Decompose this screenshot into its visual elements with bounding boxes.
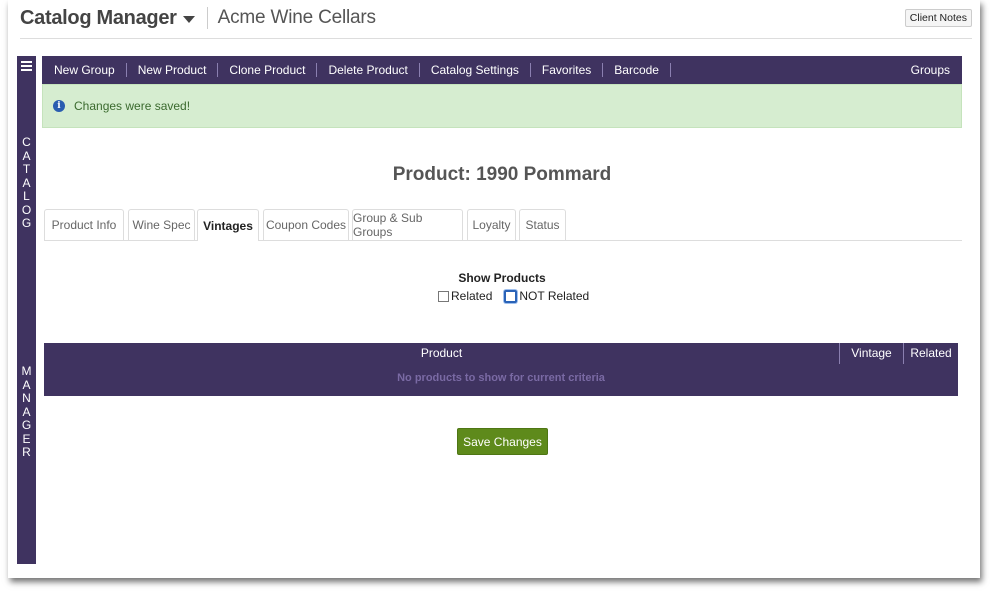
show-products-title: Show Products bbox=[458, 271, 546, 285]
clone-product-button[interactable]: Clone Product bbox=[218, 63, 318, 77]
success-alert: i Changes were saved! bbox=[42, 84, 962, 128]
groups-button[interactable]: Groups bbox=[911, 63, 950, 77]
column-header-vintage[interactable]: Vintage bbox=[840, 343, 904, 364]
tab-product-info[interactable]: Product Info bbox=[44, 209, 124, 240]
client-notes-button[interactable]: Client Notes bbox=[904, 9, 972, 27]
app-window: Catalog Manager Acme Wine Cellars Client… bbox=[8, 0, 980, 578]
tab-vintages[interactable]: Vintages bbox=[197, 209, 259, 241]
page-title: Product: 1990 Pommard bbox=[392, 164, 612, 185]
related-checkbox[interactable] bbox=[438, 290, 449, 302]
sidebar-label-catalog: C A T A L O G bbox=[21, 135, 32, 230]
chevron-down-icon[interactable] bbox=[182, 15, 195, 23]
tab-coupon-codes[interactable]: Coupon Codes bbox=[263, 209, 349, 240]
barcode-button[interactable]: Barcode bbox=[603, 63, 671, 77]
alert-message: Changes were saved! bbox=[74, 99, 191, 113]
not-related-checkbox[interactable] bbox=[504, 289, 518, 303]
delete-product-button[interactable]: Delete Product bbox=[317, 63, 420, 77]
menu-icon[interactable] bbox=[21, 61, 32, 73]
app-title[interactable]: Catalog Manager bbox=[20, 7, 177, 30]
show-products-filter: Related NOT Related bbox=[438, 289, 589, 303]
catalog-toolbar: New Group New Product Clone Product Dele… bbox=[42, 56, 962, 84]
info-icon: i bbox=[53, 100, 65, 112]
tab-wine-spec[interactable]: Wine Spec bbox=[128, 209, 195, 240]
header-divider-line bbox=[20, 38, 972, 39]
sidebar-label-manager: M A N A G E R bbox=[21, 364, 32, 459]
catalog-settings-button[interactable]: Catalog Settings bbox=[420, 63, 531, 77]
tab-status[interactable]: Status bbox=[519, 209, 566, 240]
product-tabs: Product Info Wine Spec Vintages Coupon C… bbox=[44, 209, 962, 241]
app-header: Catalog Manager Acme Wine Cellars bbox=[20, 4, 376, 32]
header-divider bbox=[206, 7, 208, 29]
column-header-product[interactable]: Product bbox=[44, 343, 840, 364]
empty-table-message: No products to show for current criteria bbox=[397, 372, 605, 384]
tab-group-sub-groups[interactable]: Group & Sub Groups bbox=[352, 209, 463, 240]
new-group-button[interactable]: New Group bbox=[54, 63, 127, 77]
new-product-button[interactable]: New Product bbox=[127, 63, 219, 77]
save-changes-button[interactable]: Save Changes bbox=[457, 428, 548, 455]
client-name: Acme Wine Cellars bbox=[217, 7, 376, 28]
not-related-label[interactable]: NOT Related bbox=[519, 289, 589, 303]
related-label[interactable]: Related bbox=[451, 289, 492, 303]
column-header-related[interactable]: Related bbox=[904, 343, 958, 364]
products-table: Product Vintage Related No products to s… bbox=[44, 343, 958, 396]
favorites-button[interactable]: Favorites bbox=[531, 63, 604, 77]
tab-loyalty[interactable]: Loyalty bbox=[467, 209, 516, 240]
side-nav-bar[interactable]: C A T A L O G M A N A G E R bbox=[17, 56, 36, 564]
